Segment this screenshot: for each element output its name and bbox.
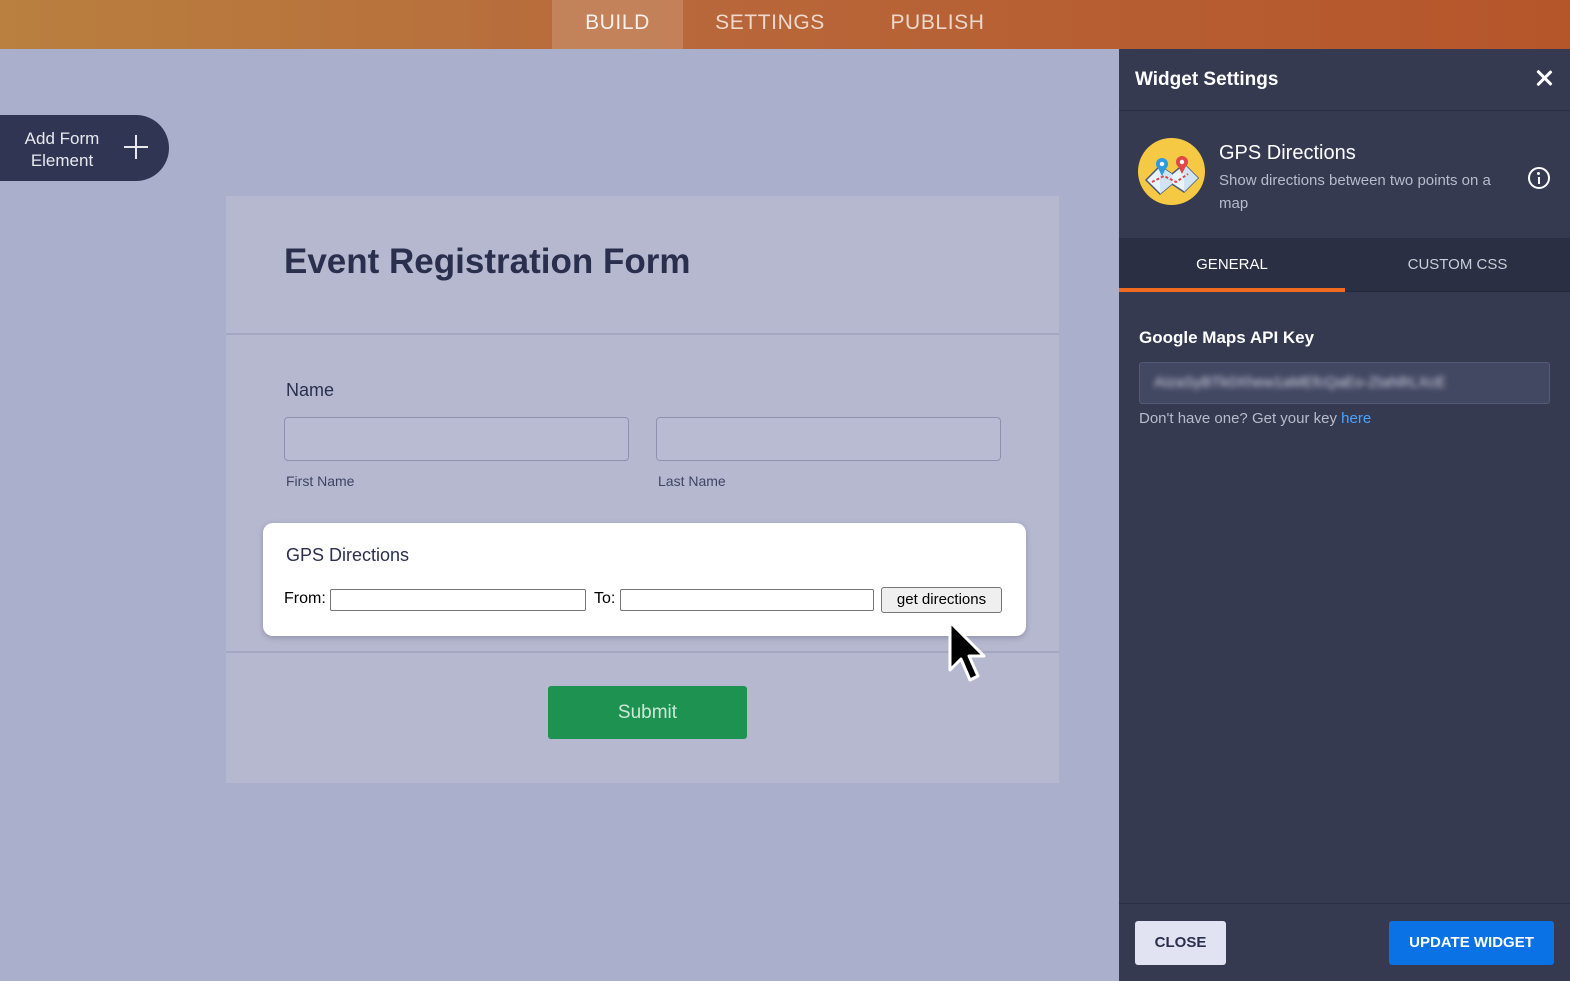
api-key-help: Don't have one? Get your key here: [1139, 410, 1371, 427]
gps-directions-widget[interactable]: GPS Directions From: To: get directions: [263, 523, 1026, 636]
tab-publish[interactable]: PUBLISH: [875, 0, 1000, 49]
update-widget-button[interactable]: UPDATE WIDGET: [1389, 921, 1554, 965]
gps-widget-title: GPS Directions: [286, 545, 410, 565]
mouse-pointer-icon: [948, 620, 986, 682]
api-key-input[interactable]: AIzaSyBTk0Xhew1aMEfcQaEo-ZtaNfrLXcE: [1139, 362, 1550, 404]
plus-icon: [122, 133, 150, 161]
api-key-value: AIzaSyBTk0Xhew1aMEfcQaEo-ZtaNfrLXcE: [1154, 374, 1446, 391]
get-directions-button[interactable]: get directions: [881, 587, 1002, 613]
map-icon: [1138, 138, 1205, 205]
add-form-element-label: Add Form Element: [24, 129, 100, 170]
to-input[interactable]: [620, 589, 874, 611]
form-card: Event Registration Form Name First Name …: [226, 196, 1059, 783]
first-name-input[interactable]: [284, 417, 629, 461]
first-name-sublabel: First Name: [286, 473, 355, 489]
last-name-sublabel: Last Name: [658, 473, 726, 489]
widget-description: Show directions between two points on a …: [1219, 172, 1491, 212]
last-name-input[interactable]: [656, 417, 1001, 461]
widget-name: GPS Directions: [1219, 142, 1356, 164]
info-icon[interactable]: [1528, 167, 1550, 189]
tab-general[interactable]: GENERAL: [1119, 238, 1345, 292]
panel-header: Widget Settings: [1119, 49, 1570, 111]
panel-title: Widget Settings: [1135, 69, 1279, 90]
from-input[interactable]: [330, 589, 586, 611]
name-label: Name: [286, 380, 335, 400]
get-key-link[interactable]: here: [1341, 410, 1371, 427]
submit-button[interactable]: Submit: [548, 686, 747, 739]
tab-custom-css[interactable]: CUSTOM CSS: [1345, 238, 1570, 292]
top-navigation-bar: BUILD SETTINGS PUBLISH: [0, 0, 1570, 49]
tab-settings[interactable]: SETTINGS: [700, 0, 840, 49]
panel-tabs: GENERAL CUSTOM CSS: [1119, 238, 1570, 292]
close-button[interactable]: CLOSE: [1135, 921, 1226, 965]
widget-info: GPS Directions Show directions between t…: [1119, 111, 1570, 238]
widget-settings-panel: Widget Settings GPS Directions Show dire…: [1119, 49, 1570, 981]
api-key-help-text: Don't have one? Get your key: [1139, 410, 1342, 427]
footer-divider: [226, 651, 1059, 653]
close-icon[interactable]: [1533, 67, 1555, 89]
tab-build[interactable]: BUILD: [552, 0, 683, 49]
from-label: From:: [284, 590, 326, 607]
add-form-element-button[interactable]: Add Form Element: [0, 115, 169, 181]
to-label: To:: [594, 590, 616, 607]
form-title[interactable]: Event Registration Form: [284, 242, 690, 282]
panel-footer: CLOSE UPDATE WIDGET: [1119, 903, 1570, 981]
api-key-label: Google Maps API Key: [1139, 328, 1315, 347]
header-divider: [226, 333, 1059, 335]
